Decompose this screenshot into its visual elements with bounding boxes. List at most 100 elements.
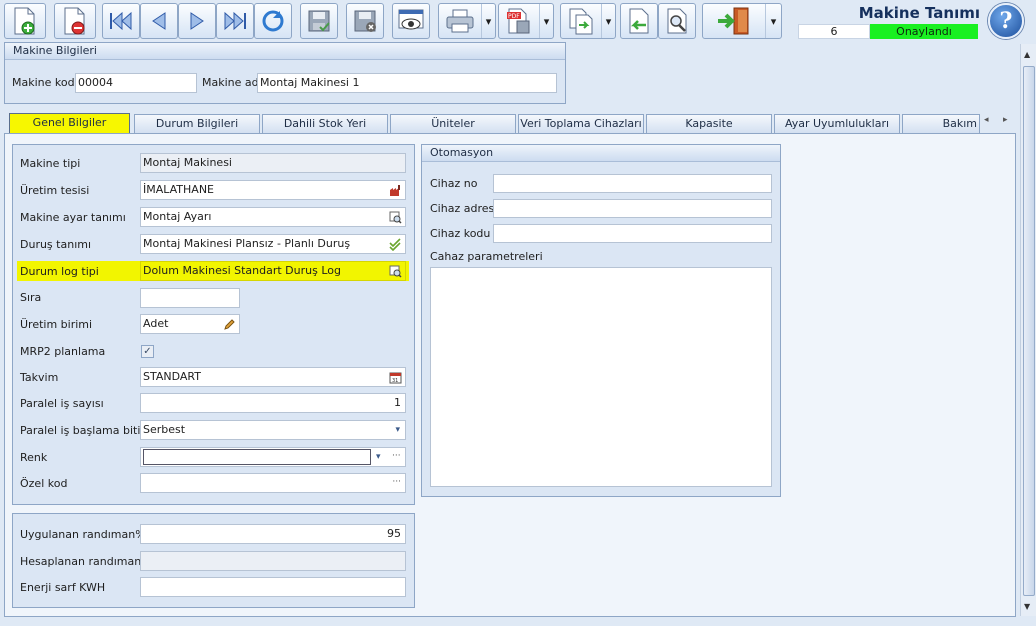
prev-record-button[interactable] bbox=[140, 3, 178, 39]
print-button[interactable]: ▾ bbox=[438, 3, 496, 39]
ellipsis-icon[interactable]: ··· bbox=[392, 474, 401, 491]
stop-input[interactable]: Montaj Makinesi Plansız - Planlı Duruş bbox=[140, 234, 406, 254]
pdf-dropdown-icon[interactable]: ▾ bbox=[539, 4, 553, 38]
print-dropdown-icon[interactable]: ▾ bbox=[481, 4, 495, 38]
calendar-input[interactable]: STANDART 31 bbox=[140, 367, 406, 387]
copy-button[interactable]: ▾ bbox=[560, 3, 616, 39]
chevron-down-icon[interactable]: ▾ bbox=[376, 448, 381, 466]
unit-label: Üretim birimi bbox=[20, 318, 93, 331]
status-badge: Onaylandı bbox=[870, 24, 978, 39]
tab-setup-compat[interactable]: Ayar Uyumlulukları bbox=[774, 114, 900, 133]
unit-value: Adet bbox=[143, 317, 169, 330]
machine-info-group: Makine Bilgileri Makine kodu 00004 Makin… bbox=[4, 42, 566, 104]
last-record-icon bbox=[224, 11, 246, 31]
special-code-label: Özel kod bbox=[20, 477, 68, 490]
svg-text:31: 31 bbox=[392, 378, 398, 384]
tab-capacity[interactable]: Kapasite bbox=[646, 114, 772, 133]
machine-name-label: Makine adı bbox=[202, 76, 262, 89]
device-code-label: Cihaz kodu bbox=[430, 227, 491, 240]
parallel-count-label: Paralel iş sayısı bbox=[20, 397, 104, 410]
calendar-value: STANDART bbox=[143, 370, 201, 383]
tab-internal-stock[interactable]: Dahili Stok Yeri bbox=[262, 114, 388, 133]
save-approve-icon bbox=[308, 10, 330, 32]
device-params-label: Cahaz parametreleri bbox=[430, 250, 543, 263]
delete-button[interactable] bbox=[54, 3, 96, 39]
import-button[interactable] bbox=[620, 3, 658, 39]
color-label: Renk bbox=[20, 451, 48, 464]
device-address-input[interactable] bbox=[493, 199, 772, 218]
setup-input[interactable]: Montaj Ayarı bbox=[140, 207, 406, 227]
machine-code-input[interactable]: 00004 bbox=[75, 73, 197, 93]
next-record-icon bbox=[190, 12, 204, 30]
stop-label: Duruş tanımı bbox=[20, 238, 92, 251]
calendar-icon[interactable]: 31 bbox=[389, 371, 402, 384]
tab-data-collection[interactable]: Veri Toplama Cihazları bbox=[518, 114, 644, 133]
color-swatch[interactable] bbox=[143, 449, 371, 465]
preview-button[interactable] bbox=[392, 3, 430, 39]
mrp-checkbox[interactable]: ✓ bbox=[141, 345, 154, 358]
scroll-down-icon[interactable]: ▼ bbox=[1024, 602, 1030, 611]
first-record-icon bbox=[110, 11, 132, 31]
applied-efficiency-label: Uygulanan randıman% bbox=[20, 528, 146, 541]
calc-efficiency-field bbox=[140, 551, 406, 571]
double-check-icon[interactable] bbox=[389, 238, 402, 251]
exit-dropdown-icon[interactable]: ▾ bbox=[765, 4, 781, 38]
log-value: Dolum Makinesi Standart Duruş Log bbox=[143, 264, 341, 277]
tab-maintenance[interactable]: Bakım bbox=[902, 114, 980, 133]
color-picker[interactable]: ▾ ··· bbox=[140, 447, 406, 467]
search-doc-button[interactable] bbox=[658, 3, 696, 39]
copy-icon bbox=[569, 8, 593, 35]
save-cancel-button[interactable] bbox=[346, 3, 384, 39]
prev-record-icon bbox=[152, 12, 166, 30]
order-input[interactable] bbox=[140, 288, 240, 308]
tab-status[interactable]: Durum Bilgileri bbox=[134, 114, 260, 133]
machine-code-label: Makine kodu bbox=[12, 76, 82, 89]
scroll-up-icon[interactable]: ▲ bbox=[1024, 50, 1030, 59]
new-doc-icon bbox=[14, 7, 35, 35]
factory-icon[interactable] bbox=[389, 184, 402, 197]
tab-scroll-right-icon[interactable]: ▸ bbox=[1003, 115, 1008, 125]
parallel-start-select[interactable]: Serbest ▾ bbox=[140, 420, 406, 440]
import-icon bbox=[629, 8, 649, 34]
help-button[interactable]: ? bbox=[988, 3, 1024, 39]
refresh-button[interactable] bbox=[254, 3, 292, 39]
lookup-icon[interactable] bbox=[389, 265, 402, 278]
device-code-input[interactable] bbox=[493, 224, 772, 243]
exit-button[interactable]: ▾ bbox=[702, 3, 782, 39]
parallel-count-input[interactable]: 1 bbox=[140, 393, 406, 413]
calendar-label: Takvim bbox=[20, 371, 59, 384]
device-params-textarea[interactable] bbox=[430, 267, 772, 487]
order-label: Sıra bbox=[20, 291, 42, 304]
energy-input[interactable] bbox=[140, 577, 406, 597]
applied-efficiency-input[interactable]: 95 bbox=[140, 524, 406, 544]
svg-text:PDF: PDF bbox=[508, 13, 520, 20]
log-input[interactable]: Dolum Makinesi Standart Duruş Log bbox=[140, 261, 406, 281]
special-code-input[interactable]: ··· bbox=[140, 473, 406, 493]
tab-general[interactable]: Genel Bilgiler bbox=[9, 113, 130, 134]
facility-input[interactable]: İMALATHANE bbox=[140, 180, 406, 200]
vertical-scrollbar[interactable]: ▲ ▼ bbox=[1020, 44, 1036, 616]
parallel-start-value: Serbest bbox=[143, 423, 186, 436]
pdf-export-button[interactable]: PDF ▾ bbox=[498, 3, 554, 39]
parallel-start-label: Paralel iş başlama bitiş bbox=[20, 424, 147, 437]
copy-dropdown-icon[interactable]: ▾ bbox=[601, 4, 615, 38]
last-record-button[interactable] bbox=[216, 3, 254, 39]
first-record-button[interactable] bbox=[102, 3, 140, 39]
device-no-input[interactable] bbox=[493, 174, 772, 193]
next-record-button[interactable] bbox=[178, 3, 216, 39]
scrollbar-thumb[interactable] bbox=[1023, 66, 1035, 596]
tab-units[interactable]: Üniteler bbox=[390, 114, 516, 133]
unit-input[interactable]: Adet bbox=[140, 314, 240, 334]
facility-value: İMALATHANE bbox=[143, 183, 215, 196]
exit-icon bbox=[718, 7, 749, 35]
lookup-icon[interactable] bbox=[389, 211, 402, 224]
setup-value: Montaj Ayarı bbox=[143, 210, 212, 223]
tab-scroll-left-icon[interactable]: ◂ bbox=[984, 115, 989, 125]
save-approve-button[interactable] bbox=[300, 3, 338, 39]
machine-name-input[interactable]: Montaj Makinesi 1 bbox=[257, 73, 557, 93]
ellipsis-icon[interactable]: ··· bbox=[392, 448, 401, 465]
new-button[interactable] bbox=[4, 3, 46, 39]
chevron-down-icon[interactable]: ▾ bbox=[395, 421, 400, 439]
save-cancel-icon bbox=[354, 10, 376, 32]
pencil-icon[interactable] bbox=[223, 318, 236, 331]
